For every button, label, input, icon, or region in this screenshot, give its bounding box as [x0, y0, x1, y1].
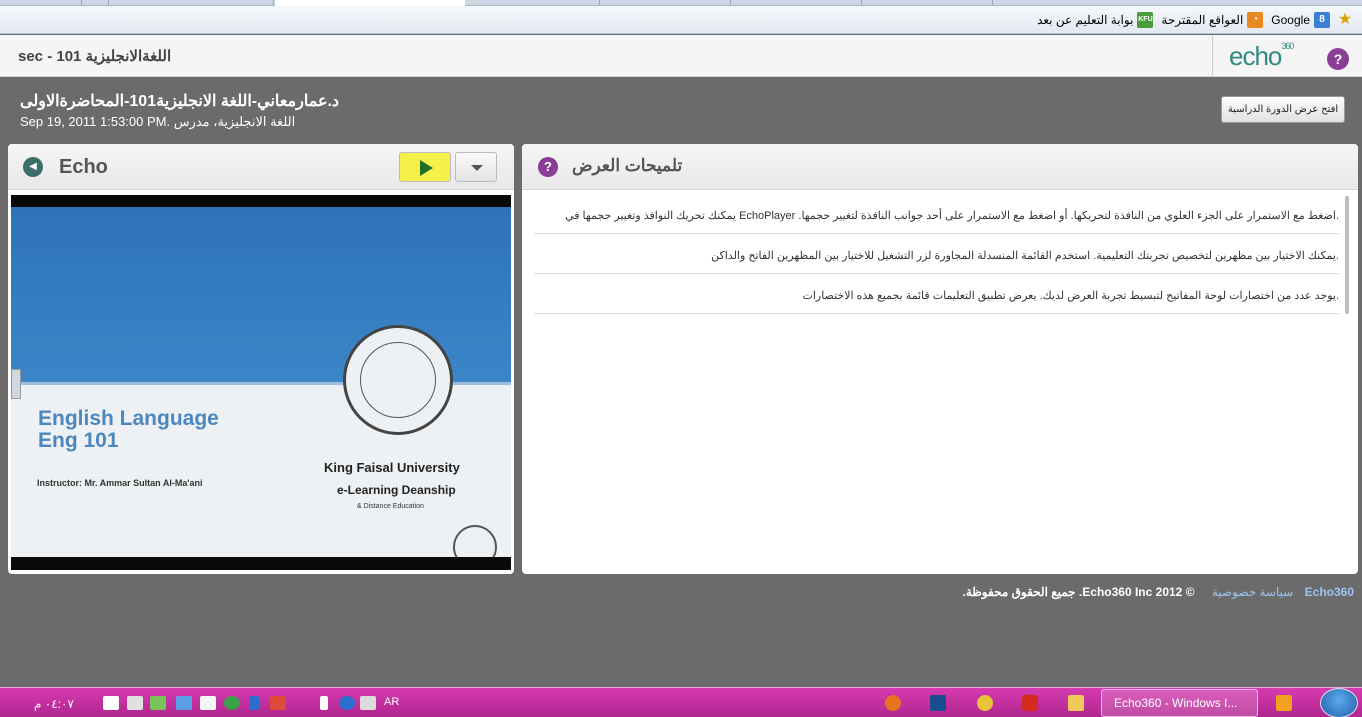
back-icon[interactable]: ◀	[23, 157, 43, 177]
favorite-suggested-sites[interactable]: ◔ العواقع المقترحة	[1161, 11, 1264, 28]
tips-scrollbar[interactable]	[1345, 196, 1349, 314]
taskbar-window-title: Echo360 - Windows I...	[1114, 696, 1238, 710]
theme-dropdown-button[interactable]	[455, 152, 497, 182]
play-icon	[420, 160, 433, 176]
favorites-bar: ★ 8 Google ◔ العواقع المقترحة KFU بوابة …	[0, 6, 1362, 34]
play-button[interactable]	[399, 152, 451, 182]
chrome-icon[interactable]	[977, 695, 993, 711]
tips-panel: ? تلميحات العرض .اضغط مع الاستمرار على ا…	[522, 144, 1358, 574]
browser-tab[interactable]	[732, 0, 862, 5]
tip-item: .يوجد عدد من اختصارات لوحة المفاتيح لتبس…	[534, 274, 1339, 314]
tips-header: ? تلميحات العرض	[522, 144, 1358, 190]
browser-tab[interactable]	[601, 0, 731, 5]
tip-item: .اضغط مع الاستمرار على الجزء العلوي من ا…	[534, 194, 1339, 234]
slide-line-2: Eng 101	[38, 429, 119, 452]
slide-instructor: Instructor: Mr. Ammar Sultan Al-Ma'ani	[37, 478, 203, 488]
question-icon: ?	[538, 157, 558, 177]
bluetooth-icon[interactable]	[249, 696, 259, 710]
echo360-logo: echo360	[1229, 41, 1294, 72]
language-indicator[interactable]: AR	[384, 696, 399, 708]
logo-sup: 360	[1281, 41, 1294, 52]
kfu-icon: KFU	[1137, 11, 1154, 28]
presentation-meta: Sep 19, 2011 1:53:00 PM. اللغة الانجليزي…	[20, 114, 296, 129]
favorites-star-icon[interactable]: ★	[1336, 11, 1354, 29]
privacy-link[interactable]: سياسة خصوصية	[1212, 585, 1293, 599]
logo-text: echo	[1229, 41, 1282, 71]
folder-icon[interactable]	[1068, 695, 1084, 711]
media-player-icon[interactable]	[1276, 695, 1292, 711]
slide-elearning: e-Learning Deanship	[337, 483, 456, 497]
tray-security-icon[interactable]	[224, 696, 240, 710]
browser-tab[interactable]	[863, 0, 993, 5]
small-seal-icon	[453, 525, 497, 557]
pdf-icon[interactable]	[1022, 695, 1038, 711]
photoshop-icon[interactable]	[930, 695, 946, 711]
taskbar-window-echo360[interactable]: Echo360 - Windows I...	[1101, 689, 1258, 717]
university-seal-icon	[343, 325, 453, 435]
tips-title: تلميحات العرض	[572, 156, 683, 175]
slide-course-heading: English Language Eng 101	[38, 408, 219, 452]
start-button[interactable]	[1320, 688, 1358, 717]
lecture-slide: English Language Eng 101 Instructor: Mr.…	[11, 207, 511, 557]
tray-app-icon[interactable]	[150, 696, 166, 710]
tray-display-icon[interactable]	[176, 696, 192, 710]
tray-network-icon[interactable]	[103, 696, 119, 710]
slide-distance-education: & Distance Education	[357, 503, 424, 510]
favorite-google[interactable]: 8 Google	[1271, 11, 1330, 28]
presentation-title: د.عمارمعاني-اللغة الانجليزية101-المحاضرة…	[20, 93, 340, 110]
page-footer: Echo360 سياسة خصوصية © 2012 Echo360 Inc.…	[962, 585, 1354, 599]
tray-flag-icon[interactable]	[200, 696, 216, 710]
browser-tab[interactable]	[0, 0, 82, 5]
copyright-text: © 2012 Echo360 Inc. جميع الحقوق محفوظة.	[962, 585, 1195, 599]
course-title: sec - اللغةالانجليزية 101	[18, 48, 172, 65]
browser-tab[interactable]	[466, 0, 600, 5]
help-button[interactable]: ?	[1327, 48, 1349, 70]
video-display[interactable]: English Language Eng 101 Instructor: Mr.…	[11, 195, 511, 570]
tray-arrow-icon[interactable]	[320, 696, 328, 710]
slide-side-tab	[11, 369, 21, 399]
taskbar-clock[interactable]: ٠٤:٠٧ م	[34, 697, 74, 711]
keyboard-icon[interactable]	[360, 696, 376, 710]
header-divider	[1212, 35, 1213, 77]
seal-inner-ring	[360, 342, 436, 418]
browser-tab[interactable]	[110, 0, 274, 5]
app-header: sec - اللغةالانجليزية 101 echo360	[0, 35, 1362, 77]
slide-university: King Faisal University	[324, 460, 460, 475]
chevron-down-icon	[471, 165, 483, 171]
browser-tab[interactable]	[83, 0, 109, 5]
open-course-button[interactable]: افتح عرض الدورة الدراسية	[1221, 96, 1345, 123]
tray-antivirus-icon[interactable]	[270, 696, 286, 710]
windows-taskbar: ٠٤:٠٧ م AR Echo360 - Windows I...	[0, 687, 1362, 717]
google-icon: 8	[1314, 11, 1330, 28]
tip-item: .يمكنك الاختيار بين مظهرين لتخصيص تجربتك…	[534, 234, 1339, 274]
rss-icon: ◔	[1247, 11, 1264, 28]
footer-brand-link[interactable]: Echo360	[1305, 585, 1354, 599]
player-label: Echo	[59, 156, 108, 178]
tray-signal-icon[interactable]	[127, 696, 143, 710]
player-header: ◀ Echo	[8, 144, 514, 190]
favorite-distance-learning-portal[interactable]: KFU بوابة التعليم عن بعد	[1037, 11, 1154, 28]
player-panel: ◀ Echo English Language Eng 101 Instruct…	[8, 144, 514, 574]
slide-line-1: English Language	[38, 407, 219, 430]
tray-help-icon[interactable]	[339, 696, 355, 710]
firefox-icon[interactable]	[885, 695, 901, 711]
